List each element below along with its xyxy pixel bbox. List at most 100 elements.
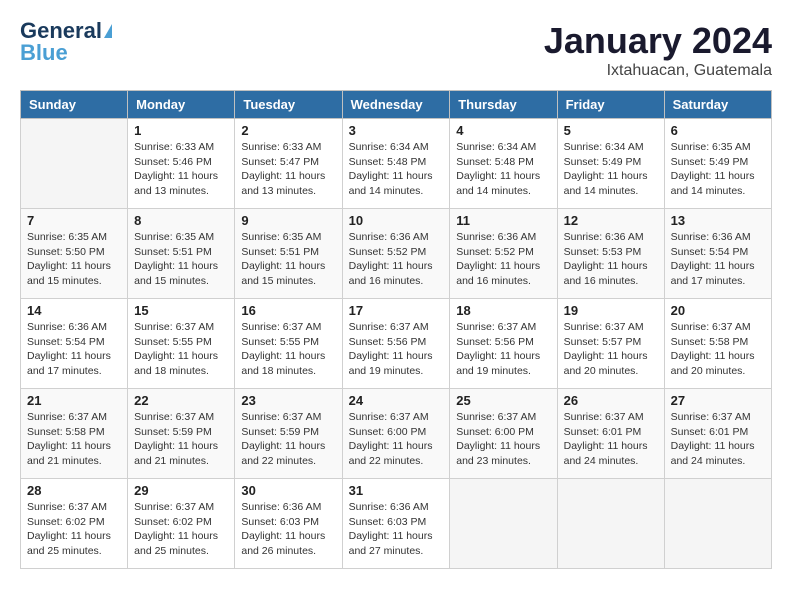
- day-info: Sunrise: 6:35 AMSunset: 5:49 PMDaylight:…: [671, 140, 765, 199]
- calendar-cell: 30Sunrise: 6:36 AMSunset: 6:03 PMDayligh…: [235, 479, 342, 569]
- day-info: Sunrise: 6:36 AMSunset: 6:03 PMDaylight:…: [349, 500, 444, 559]
- logo: General Blue: [20, 20, 112, 64]
- calendar-cell: 9 Sunrise: 6:35 AMSunset: 5:51 PMDaylight…: [235, 209, 342, 299]
- calendar-table: SundayMondayTuesdayWednesdayThursdayFrid…: [20, 90, 772, 569]
- day-number: 19: [564, 303, 658, 318]
- day-number: 9: [241, 213, 335, 228]
- day-info: Sunrise: 6:37 AMSunset: 5:59 PMDaylight:…: [134, 410, 228, 469]
- day-number: 15: [134, 303, 228, 318]
- day-number: 18: [456, 303, 550, 318]
- day-number: 28: [27, 483, 121, 498]
- calendar-cell: 23 Sunrise: 6:37 AMSunset: 5:59 PMDayligh…: [235, 389, 342, 479]
- calendar-week-row: 21 Sunrise: 6:37 AMSunset: 5:58 PMDayligh…: [21, 389, 772, 479]
- day-info: Sunrise: 6:34 AMSunset: 5:48 PMDaylight:…: [456, 140, 550, 199]
- day-number: 3: [349, 123, 444, 138]
- calendar-cell: 1Sunrise: 6:33 AMSunset: 5:46 PMDaylight…: [128, 119, 235, 209]
- calendar-header-row: SundayMondayTuesdayWednesdayThursdayFrid…: [21, 91, 772, 119]
- logo-text-blue: Blue: [20, 42, 68, 64]
- calendar-cell: 15 Sunrise: 6:37 AMSunset: 5:55 PMDayligh…: [128, 299, 235, 389]
- day-info: Sunrise: 6:37 AMSunset: 5:55 PMDaylight:…: [134, 320, 228, 379]
- calendar-week-row: 14 Sunrise: 6:36 AMSunset: 5:54 PMDayligh…: [21, 299, 772, 389]
- day-info: Sunrise: 6:37 AMSunset: 5:56 PMDaylight:…: [456, 320, 550, 379]
- day-number: 21: [27, 393, 121, 408]
- day-number: 10: [349, 213, 444, 228]
- calendar-week-row: 7Sunrise: 6:35 AMSunset: 5:50 PMDaylight…: [21, 209, 772, 299]
- day-number: 2: [241, 123, 335, 138]
- page-title: January 2024: [544, 20, 772, 62]
- column-header-wednesday: Wednesday: [342, 91, 450, 119]
- calendar-cell: [557, 479, 664, 569]
- day-number: 1: [134, 123, 228, 138]
- day-info: Sunrise: 6:36 AMSunset: 5:52 PMDaylight:…: [456, 230, 550, 289]
- day-number: 23: [241, 393, 335, 408]
- day-info: Sunrise: 6:37 AMSunset: 5:55 PMDaylight:…: [241, 320, 335, 379]
- calendar-cell: 14 Sunrise: 6:36 AMSunset: 5:54 PMDayligh…: [21, 299, 128, 389]
- column-header-saturday: Saturday: [664, 91, 771, 119]
- day-info: Sunrise: 6:37 AMSunset: 5:58 PMDaylight:…: [27, 410, 121, 469]
- day-number: 31: [349, 483, 444, 498]
- day-info: Sunrise: 6:36 AMSunset: 5:53 PMDaylight:…: [564, 230, 658, 289]
- calendar-cell: 22 Sunrise: 6:37 AMSunset: 5:59 PMDayligh…: [128, 389, 235, 479]
- calendar-cell: 8Sunrise: 6:35 AMSunset: 5:51 PMDaylight…: [128, 209, 235, 299]
- calendar-week-row: 28 Sunrise: 6:37 AMSunset: 6:02 PMDayligh…: [21, 479, 772, 569]
- calendar-cell: 19 Sunrise: 6:37 AMSunset: 5:57 PMDayligh…: [557, 299, 664, 389]
- page-header: General Blue January 2024 Ixtahuacan, Gu…: [20, 20, 772, 80]
- day-number: 12: [564, 213, 658, 228]
- calendar-cell: 11Sunrise: 6:36 AMSunset: 5:52 PMDayligh…: [450, 209, 557, 299]
- calendar-cell: 29 Sunrise: 6:37 AMSunset: 6:02 PMDayligh…: [128, 479, 235, 569]
- calendar-cell: 27Sunrise: 6:37 AMSunset: 6:01 PMDayligh…: [664, 389, 771, 479]
- calendar-cell: 21 Sunrise: 6:37 AMSunset: 5:58 PMDayligh…: [21, 389, 128, 479]
- calendar-cell: [450, 479, 557, 569]
- column-header-friday: Friday: [557, 91, 664, 119]
- calendar-cell: [664, 479, 771, 569]
- day-number: 22: [134, 393, 228, 408]
- column-header-thursday: Thursday: [450, 91, 557, 119]
- calendar-cell: [21, 119, 128, 209]
- day-number: 5: [564, 123, 658, 138]
- calendar-cell: 4 Sunrise: 6:34 AMSunset: 5:48 PMDaylight…: [450, 119, 557, 209]
- day-number: 26: [564, 393, 658, 408]
- day-info: Sunrise: 6:37 AMSunset: 6:01 PMDaylight:…: [564, 410, 658, 469]
- day-info: Sunrise: 6:37 AMSunset: 5:56 PMDaylight:…: [349, 320, 444, 379]
- calendar-cell: 20 Sunrise: 6:37 AMSunset: 5:58 PMDayligh…: [664, 299, 771, 389]
- calendar-cell: 12 Sunrise: 6:36 AMSunset: 5:53 PMDayligh…: [557, 209, 664, 299]
- calendar-cell: 10Sunrise: 6:36 AMSunset: 5:52 PMDayligh…: [342, 209, 450, 299]
- day-number: 25: [456, 393, 550, 408]
- day-info: Sunrise: 6:37 AMSunset: 5:57 PMDaylight:…: [564, 320, 658, 379]
- logo-triangle-icon: [104, 24, 112, 38]
- logo-text-general: General: [20, 20, 102, 42]
- calendar-cell: 6 Sunrise: 6:35 AMSunset: 5:49 PMDaylight…: [664, 119, 771, 209]
- calendar-cell: 16 Sunrise: 6:37 AMSunset: 5:55 PMDayligh…: [235, 299, 342, 389]
- day-number: 6: [671, 123, 765, 138]
- day-number: 16: [241, 303, 335, 318]
- day-info: Sunrise: 6:35 AMSunset: 5:51 PMDaylight:…: [241, 230, 335, 289]
- calendar-week-row: 1Sunrise: 6:33 AMSunset: 5:46 PMDaylight…: [21, 119, 772, 209]
- day-info: Sunrise: 6:37 AMSunset: 5:59 PMDaylight:…: [241, 410, 335, 469]
- day-info: Sunrise: 6:37 AMSunset: 6:00 PMDaylight:…: [456, 410, 550, 469]
- day-info: Sunrise: 6:37 AMSunset: 5:58 PMDaylight:…: [671, 320, 765, 379]
- day-number: 17: [349, 303, 444, 318]
- day-info: Sunrise: 6:36 AMSunset: 5:54 PMDaylight:…: [671, 230, 765, 289]
- day-number: 29: [134, 483, 228, 498]
- calendar-cell: 5 Sunrise: 6:34 AMSunset: 5:49 PMDaylight…: [557, 119, 664, 209]
- column-header-monday: Monday: [128, 91, 235, 119]
- day-number: 14: [27, 303, 121, 318]
- calendar-cell: 3Sunrise: 6:34 AMSunset: 5:48 PMDaylight…: [342, 119, 450, 209]
- day-number: 4: [456, 123, 550, 138]
- day-number: 20: [671, 303, 765, 318]
- day-info: Sunrise: 6:37 AMSunset: 6:02 PMDaylight:…: [134, 500, 228, 559]
- calendar-cell: 2Sunrise: 6:33 AMSunset: 5:47 PMDaylight…: [235, 119, 342, 209]
- day-info: Sunrise: 6:34 AMSunset: 5:49 PMDaylight:…: [564, 140, 658, 199]
- day-info: Sunrise: 6:36 AMSunset: 5:54 PMDaylight:…: [27, 320, 121, 379]
- day-info: Sunrise: 6:35 AMSunset: 5:50 PMDaylight:…: [27, 230, 121, 289]
- day-info: Sunrise: 6:37 AMSunset: 6:01 PMDaylight:…: [671, 410, 765, 469]
- day-number: 13: [671, 213, 765, 228]
- day-number: 30: [241, 483, 335, 498]
- day-number: 8: [134, 213, 228, 228]
- title-block: January 2024 Ixtahuacan, Guatemala: [544, 20, 772, 80]
- page-subtitle: Ixtahuacan, Guatemala: [544, 62, 772, 80]
- column-header-tuesday: Tuesday: [235, 91, 342, 119]
- calendar-cell: 31 Sunrise: 6:36 AMSunset: 6:03 PMDayligh…: [342, 479, 450, 569]
- calendar-cell: 13 Sunrise: 6:36 AMSunset: 5:54 PMDayligh…: [664, 209, 771, 299]
- calendar-cell: 28Sunrise: 6:37 AMSunset: 6:02 PMDayligh…: [21, 479, 128, 569]
